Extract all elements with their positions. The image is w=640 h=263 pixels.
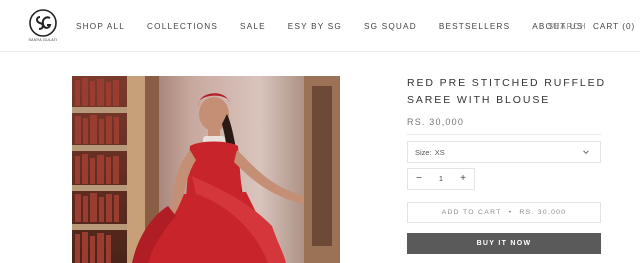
nav-item-sg-squad[interactable]: SG SQUAD	[364, 20, 417, 34]
brand-logo[interactable]: SANYA GULATI	[26, 8, 60, 46]
sg-monogram-icon	[29, 9, 57, 37]
divider	[407, 134, 601, 135]
product-title: RED PRE STITCHED RUFFLED SAREE WITH BLOU…	[407, 77, 607, 106]
quantity-value[interactable]: 1	[430, 169, 452, 189]
cart-link[interactable]: CART (0)	[593, 20, 635, 34]
quantity-increase-button[interactable]: +	[452, 169, 474, 189]
size-value: XS	[434, 148, 445, 157]
add-to-cart-separator: •	[508, 209, 513, 216]
buy-now-button[interactable]: BUY IT NOW	[407, 233, 601, 254]
product-image[interactable]	[72, 76, 340, 263]
product-photo	[72, 76, 340, 263]
add-to-cart-price: RS. 30,000	[519, 209, 567, 216]
quantity-stepper: − 1 +	[407, 168, 475, 190]
size-prefix: Size:	[415, 148, 432, 157]
size-select[interactable]: Size: XS	[407, 141, 601, 163]
quantity-decrease-button[interactable]: −	[408, 169, 430, 189]
main-nav: SHOP ALL COLLECTIONS SALE ESY BY SG SG S…	[76, 20, 606, 34]
add-to-cart-button[interactable]: ADD TO CART • RS. 30,000	[407, 202, 601, 223]
nav-item-bestsellers[interactable]: BESTSELLERS	[439, 20, 510, 34]
size-label: Size: XS	[415, 148, 445, 157]
logo-text: SANYA GULATI	[28, 38, 58, 42]
site-header: SANYA GULATI SHOP ALL COLLECTIONS SALE E…	[0, 0, 640, 52]
nav-item-sale[interactable]: SALE	[240, 20, 266, 34]
nav-item-collections[interactable]: COLLECTIONS	[147, 20, 218, 34]
nav-item-esy-by-sg[interactable]: ESY BY SG	[288, 20, 342, 34]
nav-item-shop-all[interactable]: SHOP ALL	[76, 20, 125, 34]
add-to-cart-label: ADD TO CART	[441, 209, 502, 216]
search-link[interactable]: SEARCH	[548, 20, 587, 34]
chevron-down-icon	[583, 150, 589, 155]
product-price: RS. 30,000	[407, 117, 465, 127]
